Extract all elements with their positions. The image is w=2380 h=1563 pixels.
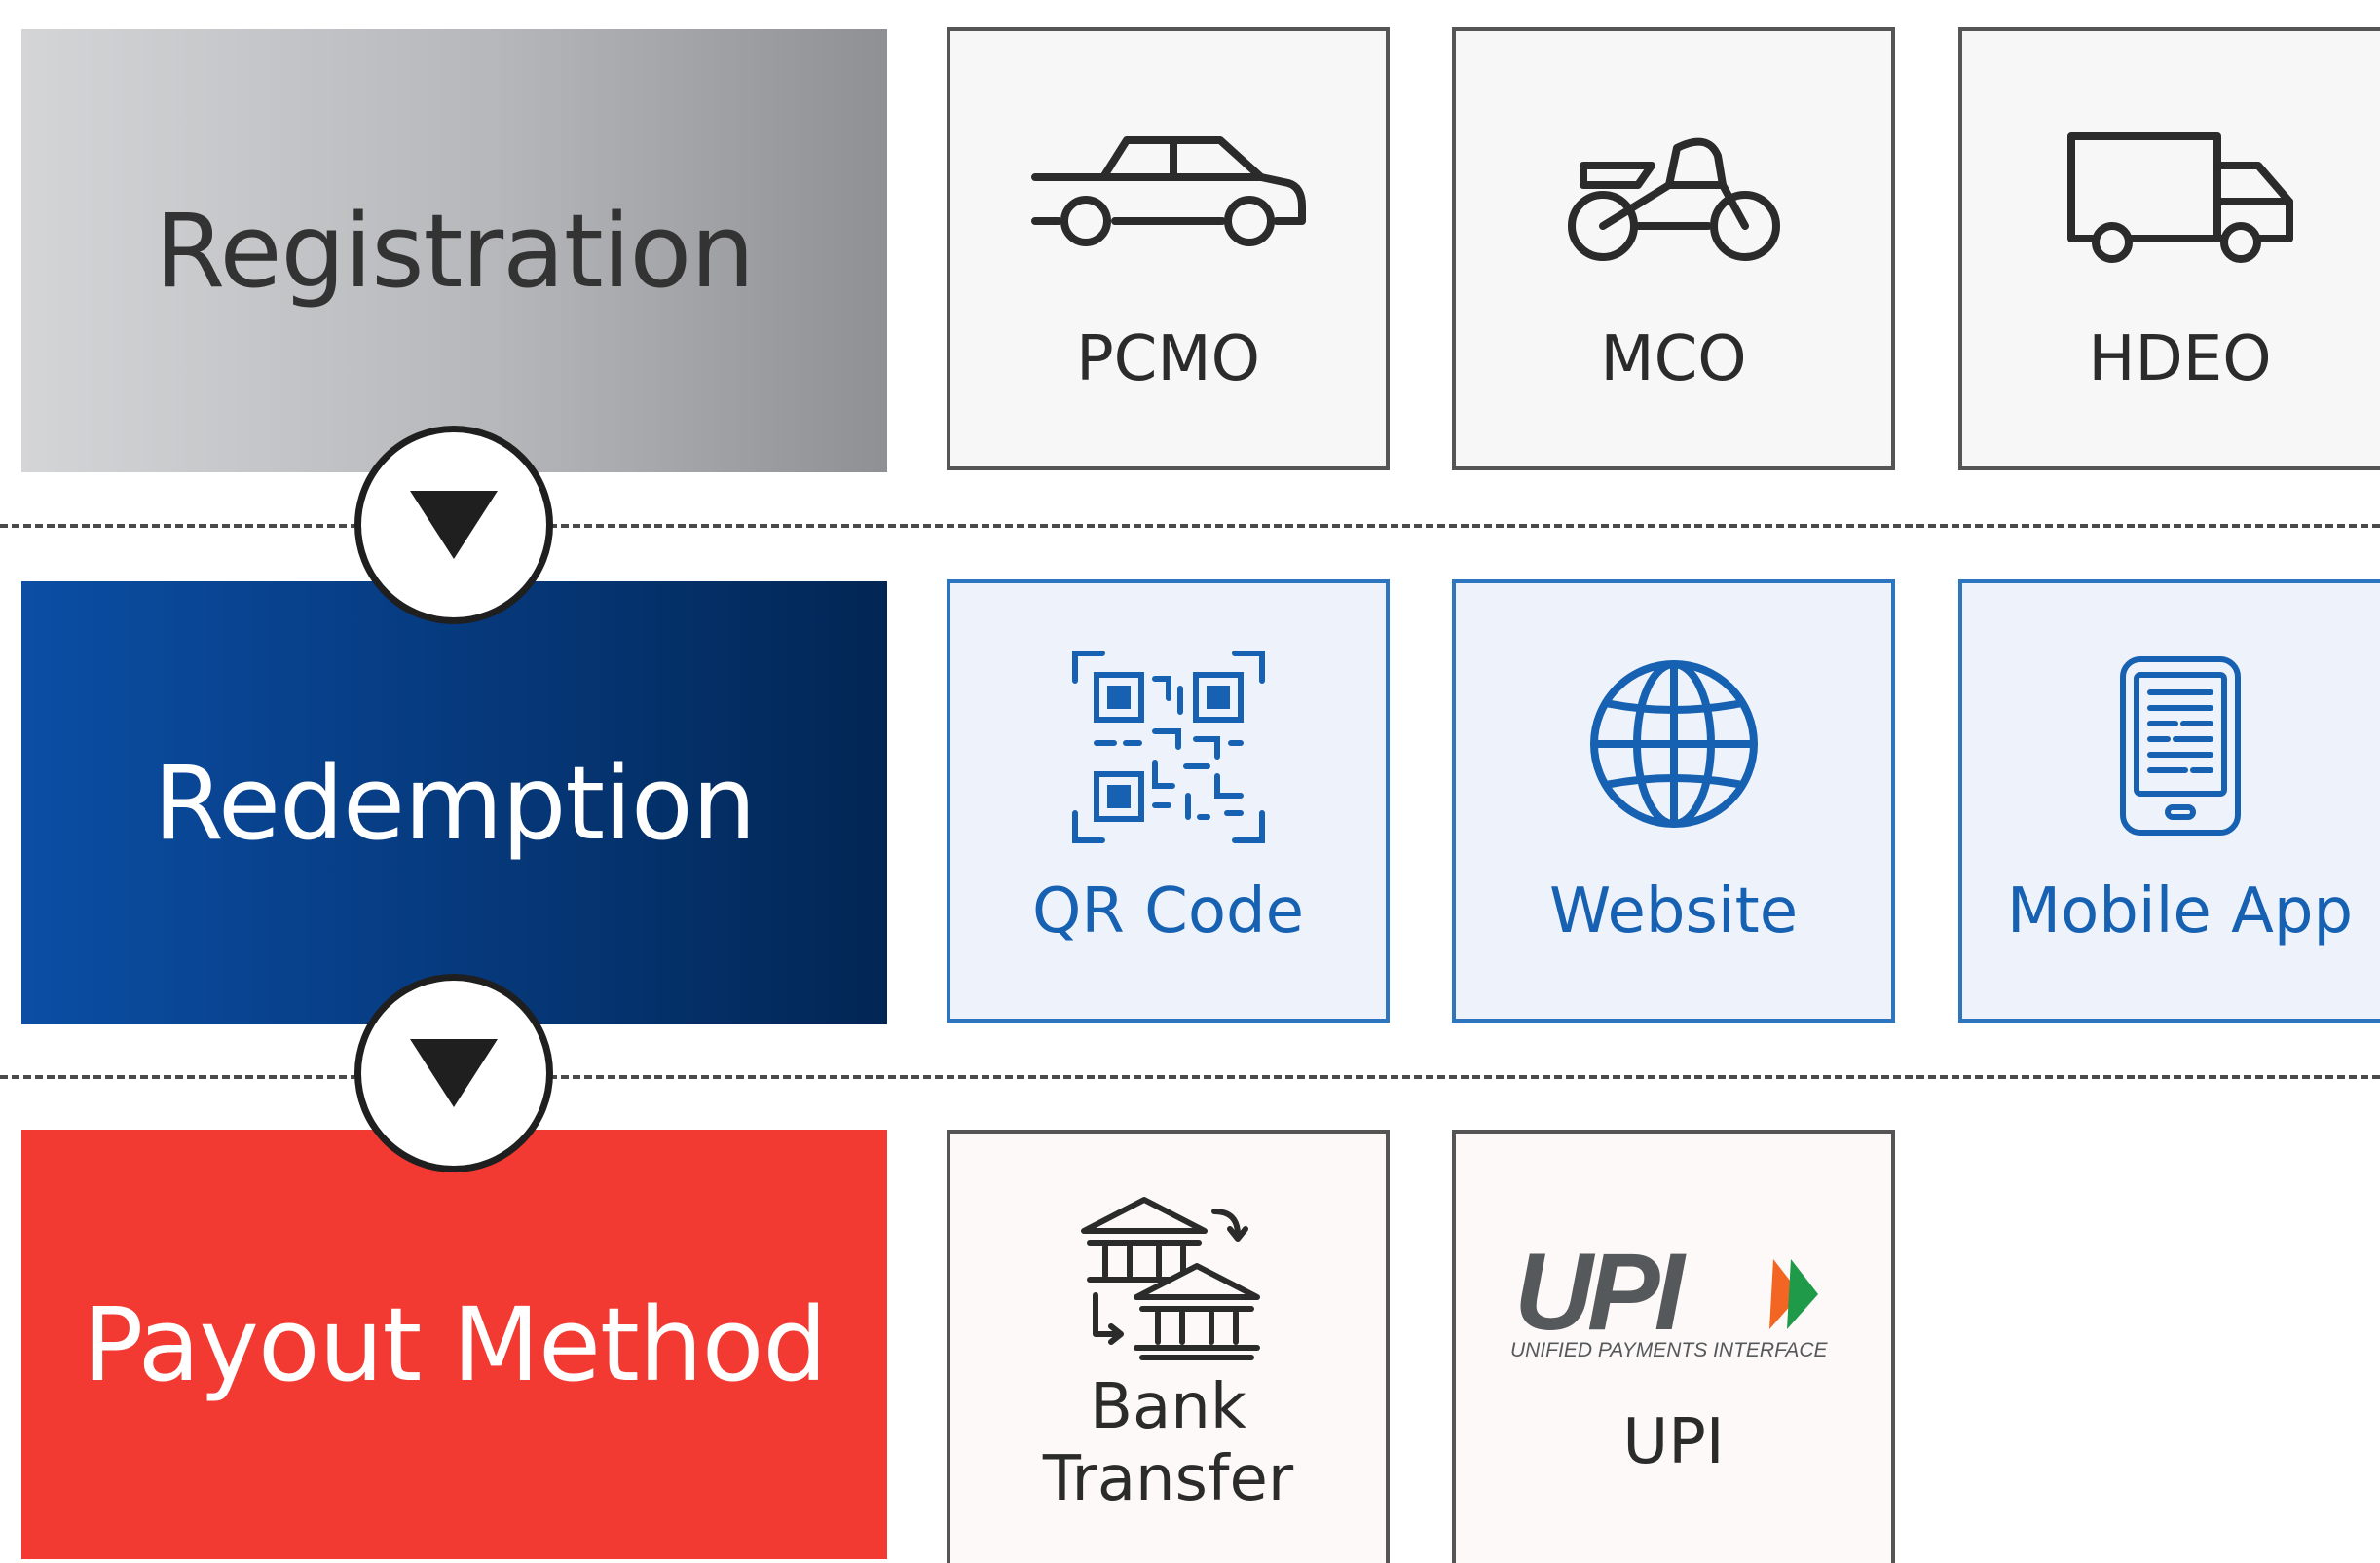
registration-stage-label: Registration (154, 191, 755, 311)
registration-option-pcmo: PCMO (947, 27, 1390, 470)
redemption-option-label: Website (1548, 875, 1799, 948)
redemption-stage: Redemption (21, 581, 887, 1024)
qr-code-icon (1071, 651, 1265, 843)
globe-icon (1589, 660, 1758, 828)
payout-option-label: UPI (1622, 1406, 1725, 1478)
redemption-stage-label: Redemption (153, 743, 756, 863)
redemption-option-mobile-app: Mobile App (1958, 579, 2380, 1023)
payout-option-label-line: Transfer (1042, 1443, 1294, 1515)
registration-option-hdeo: HDEO (1958, 27, 2380, 470)
redemption-option-qr-code: QR Code (947, 579, 1390, 1023)
payout-stage-label: Payout Method (82, 1284, 828, 1404)
truck-icon (2066, 132, 2293, 263)
payout-option-label-line: Bank (1090, 1371, 1246, 1443)
payout-option-bank-transfer: Bank Transfer (947, 1130, 1390, 1563)
payout-option-label: Bank Transfer (1043, 1371, 1293, 1515)
registration-option-mco: MCO (1452, 27, 1895, 470)
bank-transfer-icon (1080, 1197, 1260, 1360)
arrow-down-icon (410, 1039, 498, 1107)
upi-logo: UPI UNIFIED PAYMENTS INTERFACE (1510, 1246, 1829, 1361)
flow-connector (354, 426, 553, 624)
redemption-option-label: Mobile App (2006, 875, 2354, 948)
arrow-down-icon (410, 491, 498, 559)
flow-connector (354, 974, 553, 1172)
mobile-phone-icon (2119, 656, 2241, 836)
upi-logo-text: UPI (1514, 1246, 1688, 1353)
registration-stage: Registration (21, 29, 887, 472)
payout-option-upi: UPI UNIFIED PAYMENTS INTERFACE UPI (1452, 1130, 1895, 1563)
upi-logo-subtext: UNIFIED PAYMENTS INTERFACE (1510, 1339, 1829, 1361)
registration-option-label: PCMO (1076, 323, 1260, 395)
motorcycle-icon (1567, 137, 1780, 261)
payout-stage: Payout Method (21, 1130, 887, 1559)
registration-option-label: MCO (1600, 323, 1747, 395)
redemption-option-website: Website (1452, 579, 1895, 1023)
registration-option-label: HDEO (2088, 323, 2272, 395)
redemption-option-label: QR Code (1031, 875, 1305, 948)
car-icon (1030, 136, 1306, 246)
